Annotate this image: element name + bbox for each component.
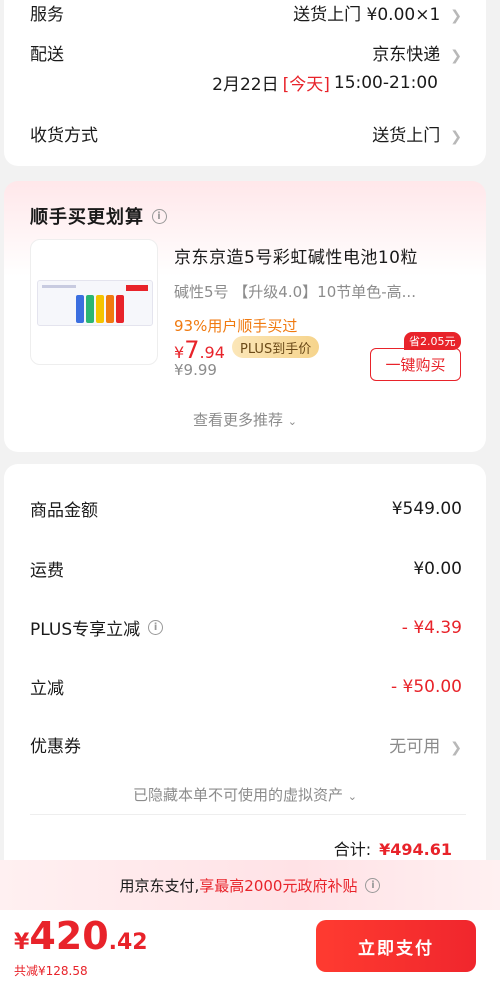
subsidy-banner[interactable]: 用京东支付, 享最高2000元政府补贴 i: [0, 860, 500, 910]
hidden-assets-toggle[interactable]: 已隐藏本单不可使用的虚拟资产 ⌄: [4, 784, 486, 805]
amount-row-plus-discount: PLUS专享立减 i - ¥4.39: [30, 615, 462, 641]
total-saved: 共减¥128.58: [14, 964, 88, 978]
amount-value: ¥0.00: [413, 558, 462, 579]
pay-amount-decimal: .42: [108, 930, 148, 955]
info-icon[interactable]: i: [152, 208, 167, 224]
chevron-down-icon: ⌄: [347, 790, 357, 803]
product-price: ¥ 7 .94: [174, 336, 225, 364]
more-recommend-text: 查看更多推荐: [192, 411, 283, 429]
amount-label: 立减: [30, 679, 64, 699]
info-icon[interactable]: i: [148, 620, 164, 635]
delivery-card: 服务 送货上门 ¥0.00×1 ❯ 配送 京东快递 ❯ 2月22日 [今天] 15:…: [4, 0, 486, 166]
chevron-right-icon: ❯: [450, 740, 462, 756]
chevron-down-icon: ⌄: [287, 415, 297, 428]
total-value: ¥494.61: [379, 840, 452, 859]
delivery-time-range: 15:00-21:00: [333, 72, 438, 93]
delivery-time: 2月22日 [今天] 15:00-21:00: [30, 70, 438, 96]
amount-card: 商品金额 ¥549.00 运费 ¥0.00 PLUS专享立减 i - ¥4.39…: [4, 464, 486, 874]
shipping-label: 配送: [30, 45, 64, 65]
amount-row-coupon[interactable]: 优惠券 无可用 ❯: [30, 732, 462, 757]
original-price: ¥9.99: [174, 361, 217, 379]
product-name[interactable]: 京东京造5号彩虹碱性电池10粒: [174, 243, 418, 268]
price-decimal: .94: [199, 343, 225, 362]
pay-amount-integer: 420: [29, 914, 109, 958]
info-icon[interactable]: i: [365, 877, 381, 893]
subsidy-prefix: 用京东支付,: [119, 876, 200, 895]
product-spec[interactable]: 碱性5号 【升级4.0】10节单色-高...: [174, 281, 464, 302]
recommend-title-text: 顺手买更划算: [30, 207, 144, 228]
amount-value: - ¥50.00: [390, 676, 462, 697]
save-badge: 省2.05元: [404, 332, 461, 350]
recommend-title: 顺手买更划算 i: [30, 203, 167, 229]
shipping-row[interactable]: 配送 京东快递 ❯: [30, 40, 462, 65]
amount-label: PLUS专享立减: [30, 620, 141, 640]
currency-symbol: ¥: [14, 930, 30, 955]
more-recommend-link[interactable]: 查看更多推荐 ⌄: [4, 409, 486, 430]
coupon-value: 无可用: [389, 737, 441, 757]
receive-method-row[interactable]: 收货方式 送货上门 ❯: [30, 121, 462, 146]
receive-label: 收货方式: [30, 126, 98, 146]
amount-label: 运费: [30, 561, 64, 581]
service-row[interactable]: 服务 送货上门 ¥0.00×1 ❯: [30, 0, 462, 25]
chevron-right-icon: ❯: [450, 129, 462, 145]
chevron-right-icon: ❯: [450, 8, 462, 24]
service-value: 送货上门 ¥0.00×1: [293, 5, 441, 25]
chevron-right-icon: ❯: [450, 48, 462, 64]
subsidy-highlight: 享最高2000元政府补贴: [199, 876, 358, 895]
recommend-card: 顺手买更划算 i 京东京造5号彩虹碱性电池10粒 碱性5号 【升级4.0】10节…: [4, 181, 486, 452]
shipping-value: 京东快递: [372, 45, 441, 65]
product-image[interactable]: [30, 239, 158, 365]
today-tag: [今天]: [282, 75, 330, 95]
hidden-assets-text: 已隐藏本单不可使用的虚拟资产: [132, 786, 343, 804]
amount-row-freight: 运费 ¥0.00: [30, 556, 462, 582]
pay-bar: ¥ 420 .42 共减¥128.58 立即支付: [0, 910, 500, 990]
amount-label: 商品金额: [30, 501, 98, 521]
amount-value: - ¥4.39: [401, 617, 462, 638]
pay-now-button[interactable]: 立即支付: [316, 920, 476, 972]
plus-price-tag: PLUS到手价: [232, 336, 320, 358]
total-row: 合计: ¥494.61: [334, 836, 452, 860]
total-label: 合计:: [333, 840, 372, 859]
amount-label: 优惠券: [30, 737, 81, 757]
price-symbol: ¥: [174, 343, 185, 362]
amount-row-goods: 商品金额 ¥549.00: [30, 496, 462, 522]
one-click-buy-button[interactable]: 一键购买: [370, 348, 461, 381]
service-label: 服务: [30, 5, 64, 25]
amount-row-discount: 立减 - ¥50.00: [30, 674, 462, 700]
receive-value: 送货上门: [372, 126, 441, 146]
buyers-stat: 93%用户顺手买过: [174, 317, 298, 335]
battery-pack-graphic: [37, 280, 153, 326]
amount-value: ¥549.00: [391, 498, 462, 519]
pay-amount: ¥ 420 .42: [14, 914, 148, 958]
delivery-date: 2月22日: [212, 75, 279, 95]
price-integer: 7: [184, 336, 200, 364]
divider: [30, 814, 466, 815]
